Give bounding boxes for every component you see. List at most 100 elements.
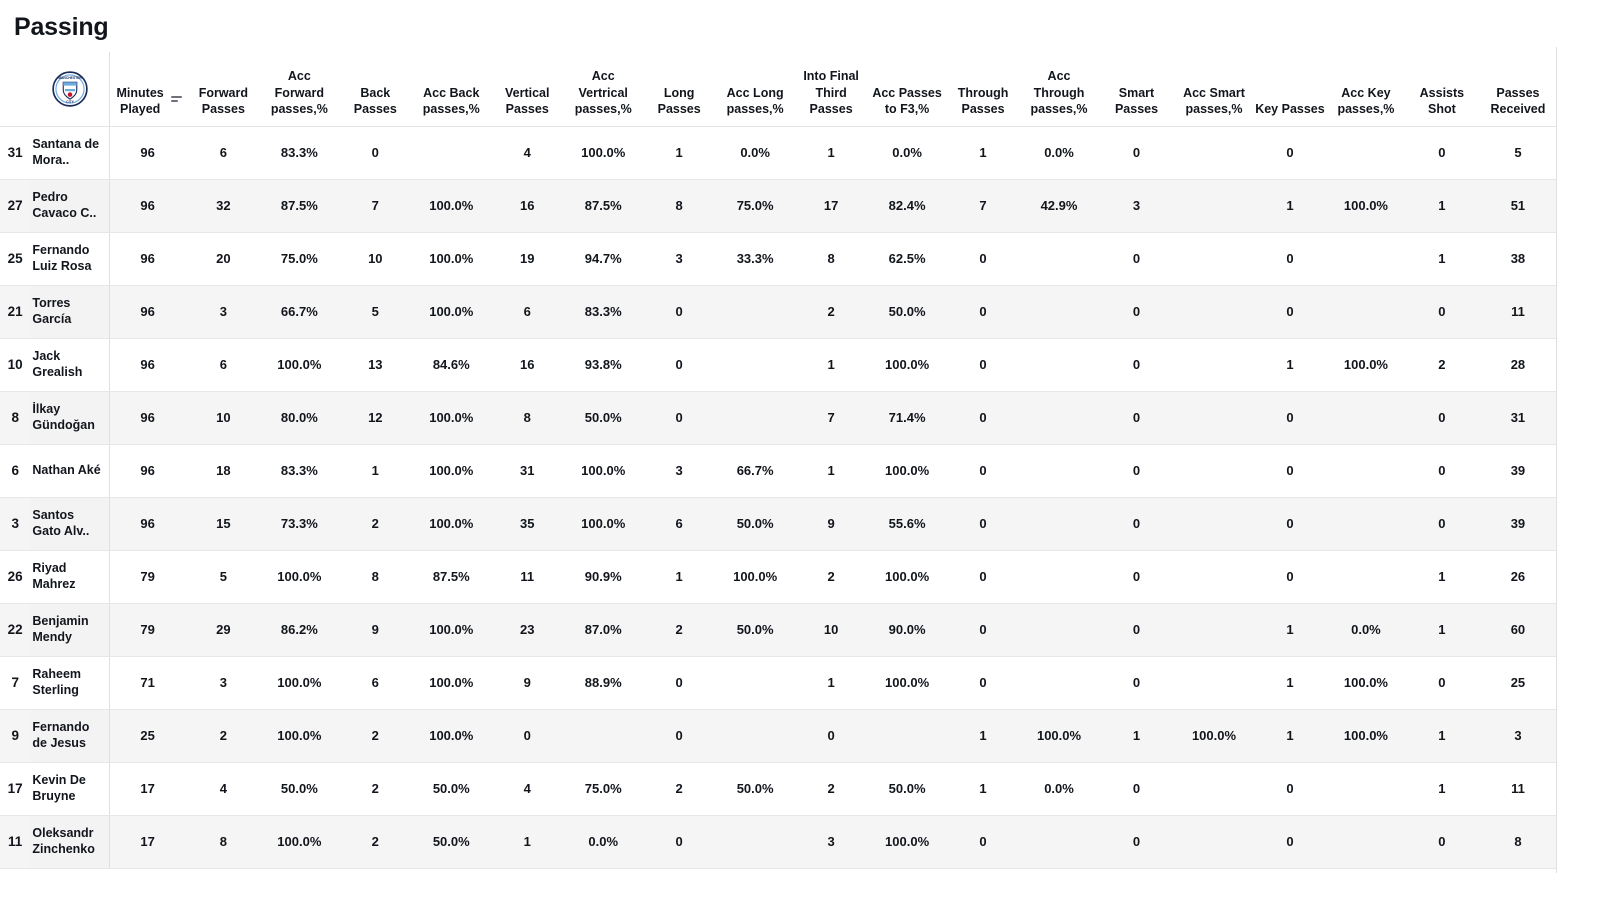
player-name[interactable]: Oleksandr Zinchenko [30, 815, 110, 869]
player-name[interactable]: Raheem Sterling [30, 656, 110, 710]
stat-cell: 25 [1479, 656, 1556, 710]
stat-cell: 3 [793, 815, 870, 869]
table-row[interactable]: 26 Riyad Mahrez 79 5 100.0% 8 87.5% 11 90.9% 1 100… [0, 550, 1556, 604]
stat-cell: 42.9% [1021, 179, 1097, 233]
column-header-acc-passes-to-f3-pct[interactable]: Acc Passes to F3,% [869, 51, 946, 127]
table-row[interactable]: 31 Santana de Mora.. 96 6 83.3% 0 4 100.0% 1 0.0%… [0, 126, 1556, 180]
stat-cell: 0 [1403, 656, 1480, 710]
stat-cell: 66.7% [261, 285, 338, 339]
table-row[interactable]: 17 Kevin De Bruyne 17 4 50.0% 2 50.0% 4 75.0% 2 50… [0, 762, 1556, 816]
stat-cell: 73.3% [261, 497, 338, 551]
column-header-acc-key-passes-pct[interactable]: Acc Key passes,% [1327, 51, 1404, 127]
table-row[interactable]: 25 Fernando Luiz Rosa 96 20 75.0% 10 100.0% 19 9… [0, 232, 1556, 286]
stat-cell: 8 [489, 391, 566, 445]
table-row[interactable]: 6 Nathan Aké 96 18 83.3% 1 100.0% 31 100.0% 3 66.7… [0, 444, 1556, 498]
stat-cell [1176, 603, 1252, 657]
column-header-forward-passes[interactable]: Forward Passes [185, 51, 262, 127]
table-row[interactable]: 10 Jack Grealish 96 6 100.0% 13 84.6% 16 93.8% 0 1… [0, 338, 1556, 392]
stat-cell: 100.0% [413, 285, 490, 339]
stat-cell: 0.0% [565, 815, 642, 869]
table-row[interactable]: 22 Benjamin Mendy 79 29 86.2% 9 100.0% 23 87.0% 2… [0, 603, 1556, 657]
stat-cell: 0.0% [1021, 126, 1097, 180]
player-name[interactable]: Kevin De Bruyne [30, 762, 110, 816]
stat-cell: 90.9% [565, 550, 642, 604]
stat-cell: 0 [641, 391, 718, 445]
table-row[interactable]: 8 İlkay Gündoğan 96 10 80.0% 12 100.0% 8 50.0% 0 7… [0, 391, 1556, 445]
stat-cell: 100.0% [413, 232, 490, 286]
column-header-acc-forward-passes-pct[interactable]: Acc Forward passes,% [261, 51, 338, 127]
stat-cell: 96 [108, 444, 186, 498]
stat-cell: 5 [185, 550, 262, 604]
stat-cell: 55.6% [869, 497, 946, 551]
player-name[interactable]: Benjamin Mendy [30, 603, 110, 657]
table-row[interactable]: 21 Torres García 96 3 66.7% 5 100.0% 6 83.3% 0 2 50… [0, 285, 1556, 339]
stat-cell: 96 [108, 391, 186, 445]
stat-cell: 0 [641, 338, 718, 392]
player-name[interactable]: Nathan Aké [30, 444, 110, 498]
table-row[interactable]: 11 Oleksandr Zinchenko 17 8 100.0% 2 50.0% 1 0.0… [0, 815, 1556, 869]
stat-cell: 0 [641, 656, 718, 710]
player-name[interactable]: Torres García [30, 285, 110, 339]
stat-cell: 31 [489, 444, 566, 498]
column-header-into-final-third-passes[interactable]: Into Final Third Passes [793, 51, 870, 127]
column-header-acc-back-passes-pct[interactable]: Acc Back passes,% [413, 51, 490, 127]
stat-cell: 75.0% [565, 762, 642, 816]
column-header-acc-vertical-passes-pct[interactable]: Acc Vertrical passes,% [565, 51, 642, 127]
column-header-long-passes[interactable]: Long Passes [641, 51, 718, 127]
passing-stats-table: MANCHESTER CITY Minutes Played Forward P… [0, 51, 1556, 869]
stat-cell: 1 [1403, 603, 1480, 657]
stat-cell: 0 [489, 709, 566, 763]
column-header-through-passes[interactable]: Through Passes [945, 51, 1022, 127]
column-header-passes-received[interactable]: Passes Received [1479, 51, 1556, 127]
stat-cell: 100.0% [261, 815, 338, 869]
player-name[interactable]: İlkay Gündoğan [30, 391, 110, 445]
stat-cell: 26 [1479, 550, 1556, 604]
stat-cell: 1 [337, 444, 414, 498]
column-header-acc-long-passes-pct[interactable]: Acc Long passes,% [717, 51, 794, 127]
table-row[interactable]: 3 Santos Gato Alv.. 96 15 73.3% 2 100.0% 35 100.… [0, 497, 1556, 551]
stat-cell [1176, 550, 1252, 604]
player-name[interactable]: Pedro Cavaco C.. [30, 179, 110, 233]
player-name[interactable]: Santana de Mora.. [30, 126, 110, 180]
player-shirt-number: 11 [0, 815, 31, 869]
column-header-assists-shot[interactable]: Assists Shot [1403, 51, 1480, 127]
player-name[interactable]: Santos Gato Alv.. [30, 497, 110, 551]
table-row[interactable]: 9 Fernando de Jesus 25 2 100.0% 2 100.0% 0 0 0 1 10… [0, 709, 1556, 763]
stat-cell: 0 [1403, 444, 1480, 498]
stat-cell: 9 [337, 603, 414, 657]
table-row[interactable]: 7 Raheem Sterling 71 3 100.0% 6 100.0% 9 88.9% 0 1… [0, 656, 1556, 710]
column-header-minutes-played[interactable]: Minutes Played [108, 51, 186, 127]
stat-cell [717, 709, 794, 763]
table-row[interactable]: 27 Pedro Cavaco C.. 96 32 87.5% 7 100.0% 16 87.5… [0, 179, 1556, 233]
stat-cell [1327, 815, 1404, 869]
stat-cell: 0 [945, 815, 1022, 869]
player-name[interactable]: Jack Grealish [30, 338, 110, 392]
stat-cell: 0 [945, 550, 1022, 604]
stat-cell: 0 [1097, 232, 1177, 286]
stat-cell: 19 [489, 232, 566, 286]
stat-cell: 0 [1403, 391, 1480, 445]
player-name[interactable]: Riyad Mahrez [30, 550, 110, 604]
column-header-acc-smart-passes-pct[interactable]: Acc Smart passes,% [1176, 51, 1252, 127]
stat-cell: 2 [793, 285, 870, 339]
stat-cell: 9 [793, 497, 870, 551]
stat-cell [1021, 656, 1097, 710]
stat-cell: 2 [793, 550, 870, 604]
stat-cell: 100.0% [413, 603, 490, 657]
column-header-key-passes[interactable]: Key Passes [1251, 51, 1328, 127]
stat-cell [1021, 603, 1097, 657]
column-header-smart-passes[interactable]: Smart Passes [1097, 51, 1177, 127]
column-header-back-passes[interactable]: Back Passes [337, 51, 414, 127]
column-header-vertical-passes[interactable]: Vertical Passes [489, 51, 566, 127]
column-header-acc-through-passes-pct[interactable]: Acc Through passes,% [1021, 51, 1097, 127]
stat-cell: 100.0% [1021, 709, 1097, 763]
stat-cell [1327, 285, 1404, 339]
sort-descending-icon[interactable] [171, 95, 183, 104]
stat-cell [565, 709, 642, 763]
stat-cell [1176, 179, 1252, 233]
player-name[interactable]: Fernando de Jesus [30, 709, 110, 763]
stat-cell: 50.0% [717, 497, 794, 551]
stat-cell [1327, 762, 1404, 816]
player-name[interactable]: Fernando Luiz Rosa [30, 232, 110, 286]
stat-cell: 0 [1251, 232, 1328, 286]
